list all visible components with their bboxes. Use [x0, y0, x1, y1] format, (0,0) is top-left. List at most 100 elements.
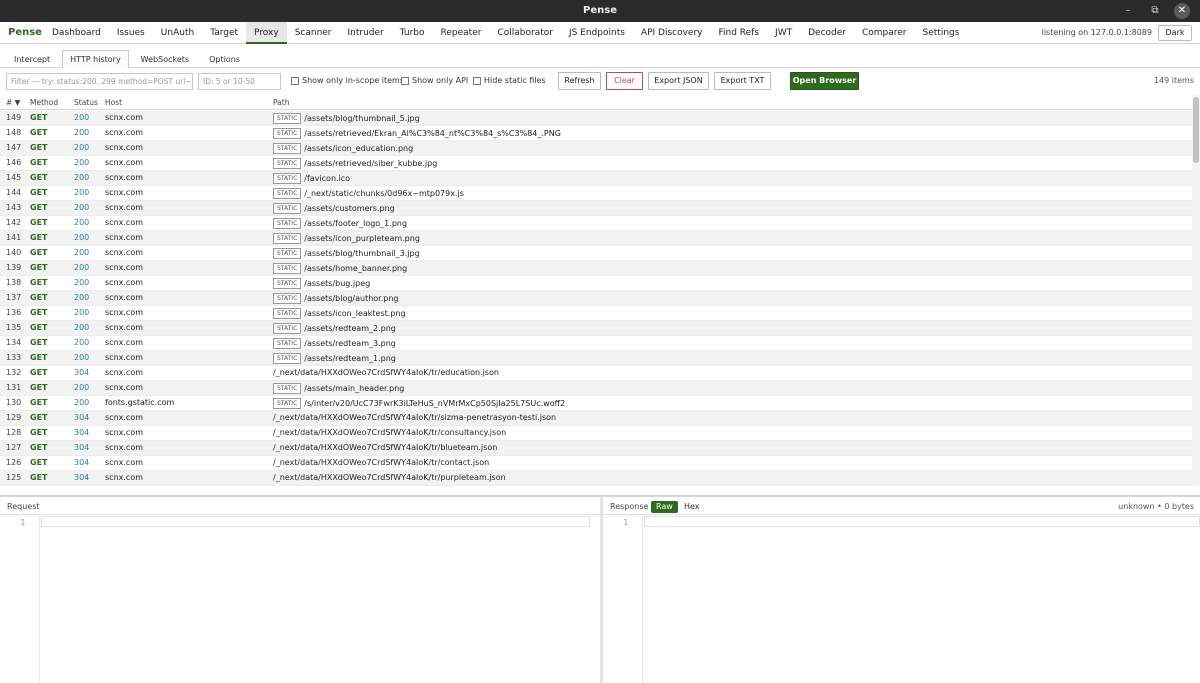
only-api-checkbox[interactable]: Show only API: [401, 76, 468, 85]
export-txt-button[interactable]: Export TXT: [714, 72, 771, 90]
table-row[interactable]: 133 GET 200 scnx.com STATIC/assets/redteam_1…: [0, 351, 1192, 366]
table-row[interactable]: 127 GET 304 scnx.com /_next/data/HXXdOWeo7Cr…: [0, 441, 1192, 456]
row-method: GET: [30, 248, 48, 257]
static-badge: STATIC: [273, 158, 302, 169]
column-header-status[interactable]: Status: [74, 98, 98, 107]
row-path-cell: STATIC/_next/static/chunks/0d96x~mtp079x…: [273, 188, 464, 199]
menu-item-intruder[interactable]: Intruder: [340, 22, 392, 44]
menu-item-proxy[interactable]: Proxy: [246, 22, 287, 44]
menu-item-unauth[interactable]: UnAuth: [153, 22, 202, 44]
minimize-icon[interactable]: –: [1120, 3, 1136, 19]
row-method: GET: [30, 353, 48, 362]
table-row[interactable]: 132 GET 304 scnx.com /_next/data/HXXdOWeo7Cr…: [0, 366, 1192, 381]
column-header-method[interactable]: Method: [30, 98, 58, 107]
row-host: fonts.gstatic.com: [105, 398, 175, 407]
table-row[interactable]: 147 GET 200 scnx.com STATIC/assets/icon_educ…: [0, 141, 1192, 156]
table-row[interactable]: 129 GET 304 scnx.com /_next/data/HXXdOWeo7Cr…: [0, 411, 1192, 426]
table-row[interactable]: 141 GET 200 scnx.com STATIC/assets/icon_purp…: [0, 231, 1192, 246]
menu-item-comparer[interactable]: Comparer: [854, 22, 915, 44]
tab-http-history[interactable]: HTTP history: [62, 50, 129, 68]
refresh-button[interactable]: Refresh: [558, 72, 601, 90]
tab-options[interactable]: Options: [201, 50, 248, 68]
menu-item-jwt[interactable]: JWT: [767, 22, 800, 44]
row-path-cell: STATIC/assets/home_banner.png: [273, 263, 407, 274]
table-row[interactable]: 137 GET 200 scnx.com STATIC/assets/blog/auth…: [0, 291, 1192, 306]
menu-item-repeater[interactable]: Repeater: [433, 22, 490, 44]
table-row[interactable]: 138 GET 200 scnx.com STATIC/assets/bug.jpeg: [0, 276, 1192, 291]
table-row[interactable]: 149 GET 200 scnx.com STATIC/assets/blog/thum…: [0, 111, 1192, 126]
table-row[interactable]: 131 GET 200 scnx.com STATIC/assets/main_head…: [0, 381, 1192, 396]
row-path: /assets/bug.jpeg: [304, 279, 371, 288]
open-browser-button[interactable]: Open Browser: [790, 72, 859, 90]
table-row[interactable]: 130 GET 200 fonts.gstatic.com STATIC/s/inter…: [0, 396, 1192, 411]
dark-mode-button[interactable]: Dark: [1158, 25, 1192, 41]
hide-static-checkbox[interactable]: Hide static files: [473, 76, 546, 85]
menu-item-target[interactable]: Target: [202, 22, 246, 44]
row-status: 200: [74, 218, 90, 227]
table-row[interactable]: 143 GET 200 scnx.com STATIC/assets/customers…: [0, 201, 1192, 216]
tab-intercept[interactable]: Intercept: [6, 50, 58, 68]
row-host: scnx.com: [105, 173, 143, 182]
scrollbar-thumb[interactable]: [1193, 97, 1199, 163]
row-path-cell: /_next/data/HXXdOWeo7CrdSfWY4aIoK/tr/blu…: [273, 443, 497, 452]
request-editor[interactable]: 1: [0, 516, 600, 683]
row-id: 137: [6, 293, 22, 302]
menu-item-find-refs[interactable]: Find Refs: [711, 22, 768, 44]
tab-raw[interactable]: Raw: [651, 501, 678, 513]
table-row[interactable]: 135 GET 200 scnx.com STATIC/assets/redteam_2…: [0, 321, 1192, 336]
table-row[interactable]: 126 GET 304 scnx.com /_next/data/HXXdOWeo7Cr…: [0, 456, 1192, 471]
row-host: scnx.com: [105, 248, 143, 257]
menu-item-issues[interactable]: Issues: [109, 22, 153, 44]
column-header-host[interactable]: Host: [105, 98, 122, 107]
menu-item-api-discovery[interactable]: API Discovery: [633, 22, 711, 44]
row-status: 304: [74, 473, 90, 482]
column-header-path[interactable]: Path: [273, 98, 289, 107]
row-path-cell: STATIC/assets/icon_education.png: [273, 143, 413, 154]
table-row[interactable]: 128 GET 304 scnx.com /_next/data/HXXdOWeo7Cr…: [0, 426, 1192, 441]
row-id: 144: [6, 188, 22, 197]
row-method: GET: [30, 473, 48, 482]
response-editor[interactable]: 1: [603, 516, 1200, 683]
column-header-id[interactable]: # ▼: [6, 98, 20, 107]
table-row[interactable]: 125 GET 304 scnx.com /_next/data/HXXdOWeo7Cr…: [0, 471, 1192, 486]
in-scope-checkbox[interactable]: Show only in-scope items: [291, 76, 404, 85]
checkbox-icon: [473, 76, 481, 85]
request-header: Request: [0, 497, 600, 515]
static-badge: STATIC: [273, 293, 302, 304]
close-icon[interactable]: ✕: [1174, 3, 1190, 19]
row-path: /assets/customers.png: [304, 204, 395, 213]
tab-hex[interactable]: Hex: [679, 501, 705, 513]
menu-item-scanner[interactable]: Scanner: [287, 22, 340, 44]
table-row[interactable]: 142 GET 200 scnx.com STATIC/assets/footer_lo…: [0, 216, 1192, 231]
row-host: scnx.com: [105, 293, 143, 302]
table-row[interactable]: 136 GET 200 scnx.com STATIC/assets/icon_leak…: [0, 306, 1192, 321]
row-method: GET: [30, 143, 48, 152]
maximize-icon[interactable]: ⧉: [1147, 3, 1163, 19]
table-row[interactable]: 139 GET 200 scnx.com STATIC/assets/home_bann…: [0, 261, 1192, 276]
table-row[interactable]: 140 GET 200 scnx.com STATIC/assets/blog/thum…: [0, 246, 1192, 261]
export-json-button[interactable]: Export JSON: [648, 72, 709, 90]
static-badge: STATIC: [273, 263, 302, 274]
menu-item-js-endpoints[interactable]: JS Endpoints: [561, 22, 633, 44]
id-range-input[interactable]: ID: 5 or 10-50: [198, 73, 281, 90]
filter-input[interactable]: Filter — try: status:200..299 method=POS…: [6, 73, 193, 90]
tab-websockets[interactable]: WebSockets: [133, 50, 197, 68]
clear-button[interactable]: Clear: [606, 72, 643, 90]
current-line[interactable]: [644, 516, 1200, 527]
menu-item-decoder[interactable]: Decoder: [800, 22, 854, 44]
line-number: 1: [20, 518, 25, 527]
menu-item-turbo[interactable]: Turbo: [392, 22, 433, 44]
menu-item-settings[interactable]: Settings: [915, 22, 968, 44]
row-id: 126: [6, 458, 22, 467]
table-row[interactable]: 148 GET 200 scnx.com STATIC/assets/retrieved…: [0, 126, 1192, 141]
table-row[interactable]: 134 GET 200 scnx.com STATIC/assets/redteam_3…: [0, 336, 1192, 351]
menu-item-collaborator[interactable]: Collaborator: [489, 22, 560, 44]
table-row[interactable]: 146 GET 200 scnx.com STATIC/assets/retrieved…: [0, 156, 1192, 171]
table-row[interactable]: 145 GET 200 scnx.com STATIC/favicon.ico: [0, 171, 1192, 186]
static-badge: STATIC: [273, 203, 302, 214]
menu-item-dashboard[interactable]: Dashboard: [44, 22, 109, 44]
current-line[interactable]: [41, 516, 590, 527]
table-row[interactable]: 144 GET 200 scnx.com STATIC/_next/static/chu…: [0, 186, 1192, 201]
table-vertical-scrollbar[interactable]: [1192, 95, 1200, 486]
row-status: 200: [74, 203, 90, 212]
